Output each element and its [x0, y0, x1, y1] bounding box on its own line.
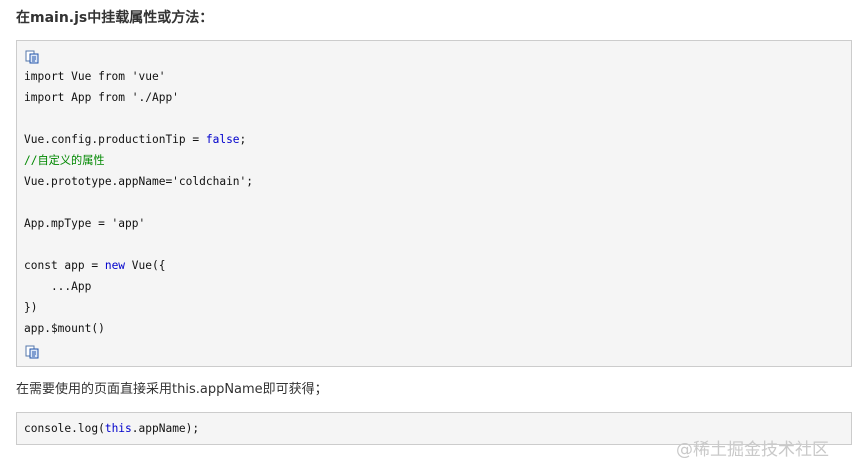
code-text: ;	[239, 133, 247, 146]
code-text: .appName);	[131, 422, 200, 435]
code-line: //自定义的属性	[24, 150, 253, 171]
code-block-main-js: import Vue from 'vue' import App from './…	[16, 40, 852, 367]
code-comment: //自定义的属性	[24, 154, 105, 167]
code-line: import Vue from 'vue'	[24, 66, 253, 87]
code-line: const app = new Vue({	[24, 255, 253, 276]
code-text: App.mpType = 'app'	[24, 217, 146, 230]
copy-code-icon[interactable]	[25, 345, 39, 359]
code-text: Vue.prototype.appName='coldchain';	[24, 175, 254, 188]
code-line: ...App	[24, 276, 253, 297]
code-keyword: this	[104, 422, 132, 435]
code-line: console.log(this.appName);	[24, 419, 199, 439]
watermark: @稀土掘金技术社区	[676, 440, 829, 460]
code-line: Vue.config.productionTip = false;	[24, 129, 253, 150]
code-line: import App from './App'	[24, 87, 253, 108]
code-lines: import Vue from 'vue' import App from './…	[24, 66, 253, 339]
code-text: import Vue from 'vue'	[24, 70, 166, 83]
code-keyword: false	[205, 133, 240, 146]
code-text: })	[24, 301, 38, 314]
code-text: Vue.config.productionTip =	[24, 133, 206, 146]
code-line: Vue.prototype.appName='coldchain';	[24, 171, 253, 192]
usage-paragraph: 在需要使用的页面直接采用this.appName即可获得；	[16, 382, 328, 397]
code-text: app.$mount()	[24, 322, 105, 335]
copy-code-icon[interactable]	[25, 50, 39, 64]
code-text: console.log(	[24, 422, 105, 435]
code-text: ...App	[24, 280, 92, 293]
code-text: import App from './App'	[24, 91, 179, 104]
code-keyword: new	[104, 259, 126, 272]
section-heading: 在main.js中挂载属性或方法：	[16, 10, 214, 26]
code-line: app.$mount()	[24, 318, 253, 339]
code-text: const app =	[24, 259, 105, 272]
code-line: })	[24, 297, 253, 318]
code-text: Vue({	[125, 259, 166, 272]
code-line: App.mpType = 'app'	[24, 213, 253, 234]
